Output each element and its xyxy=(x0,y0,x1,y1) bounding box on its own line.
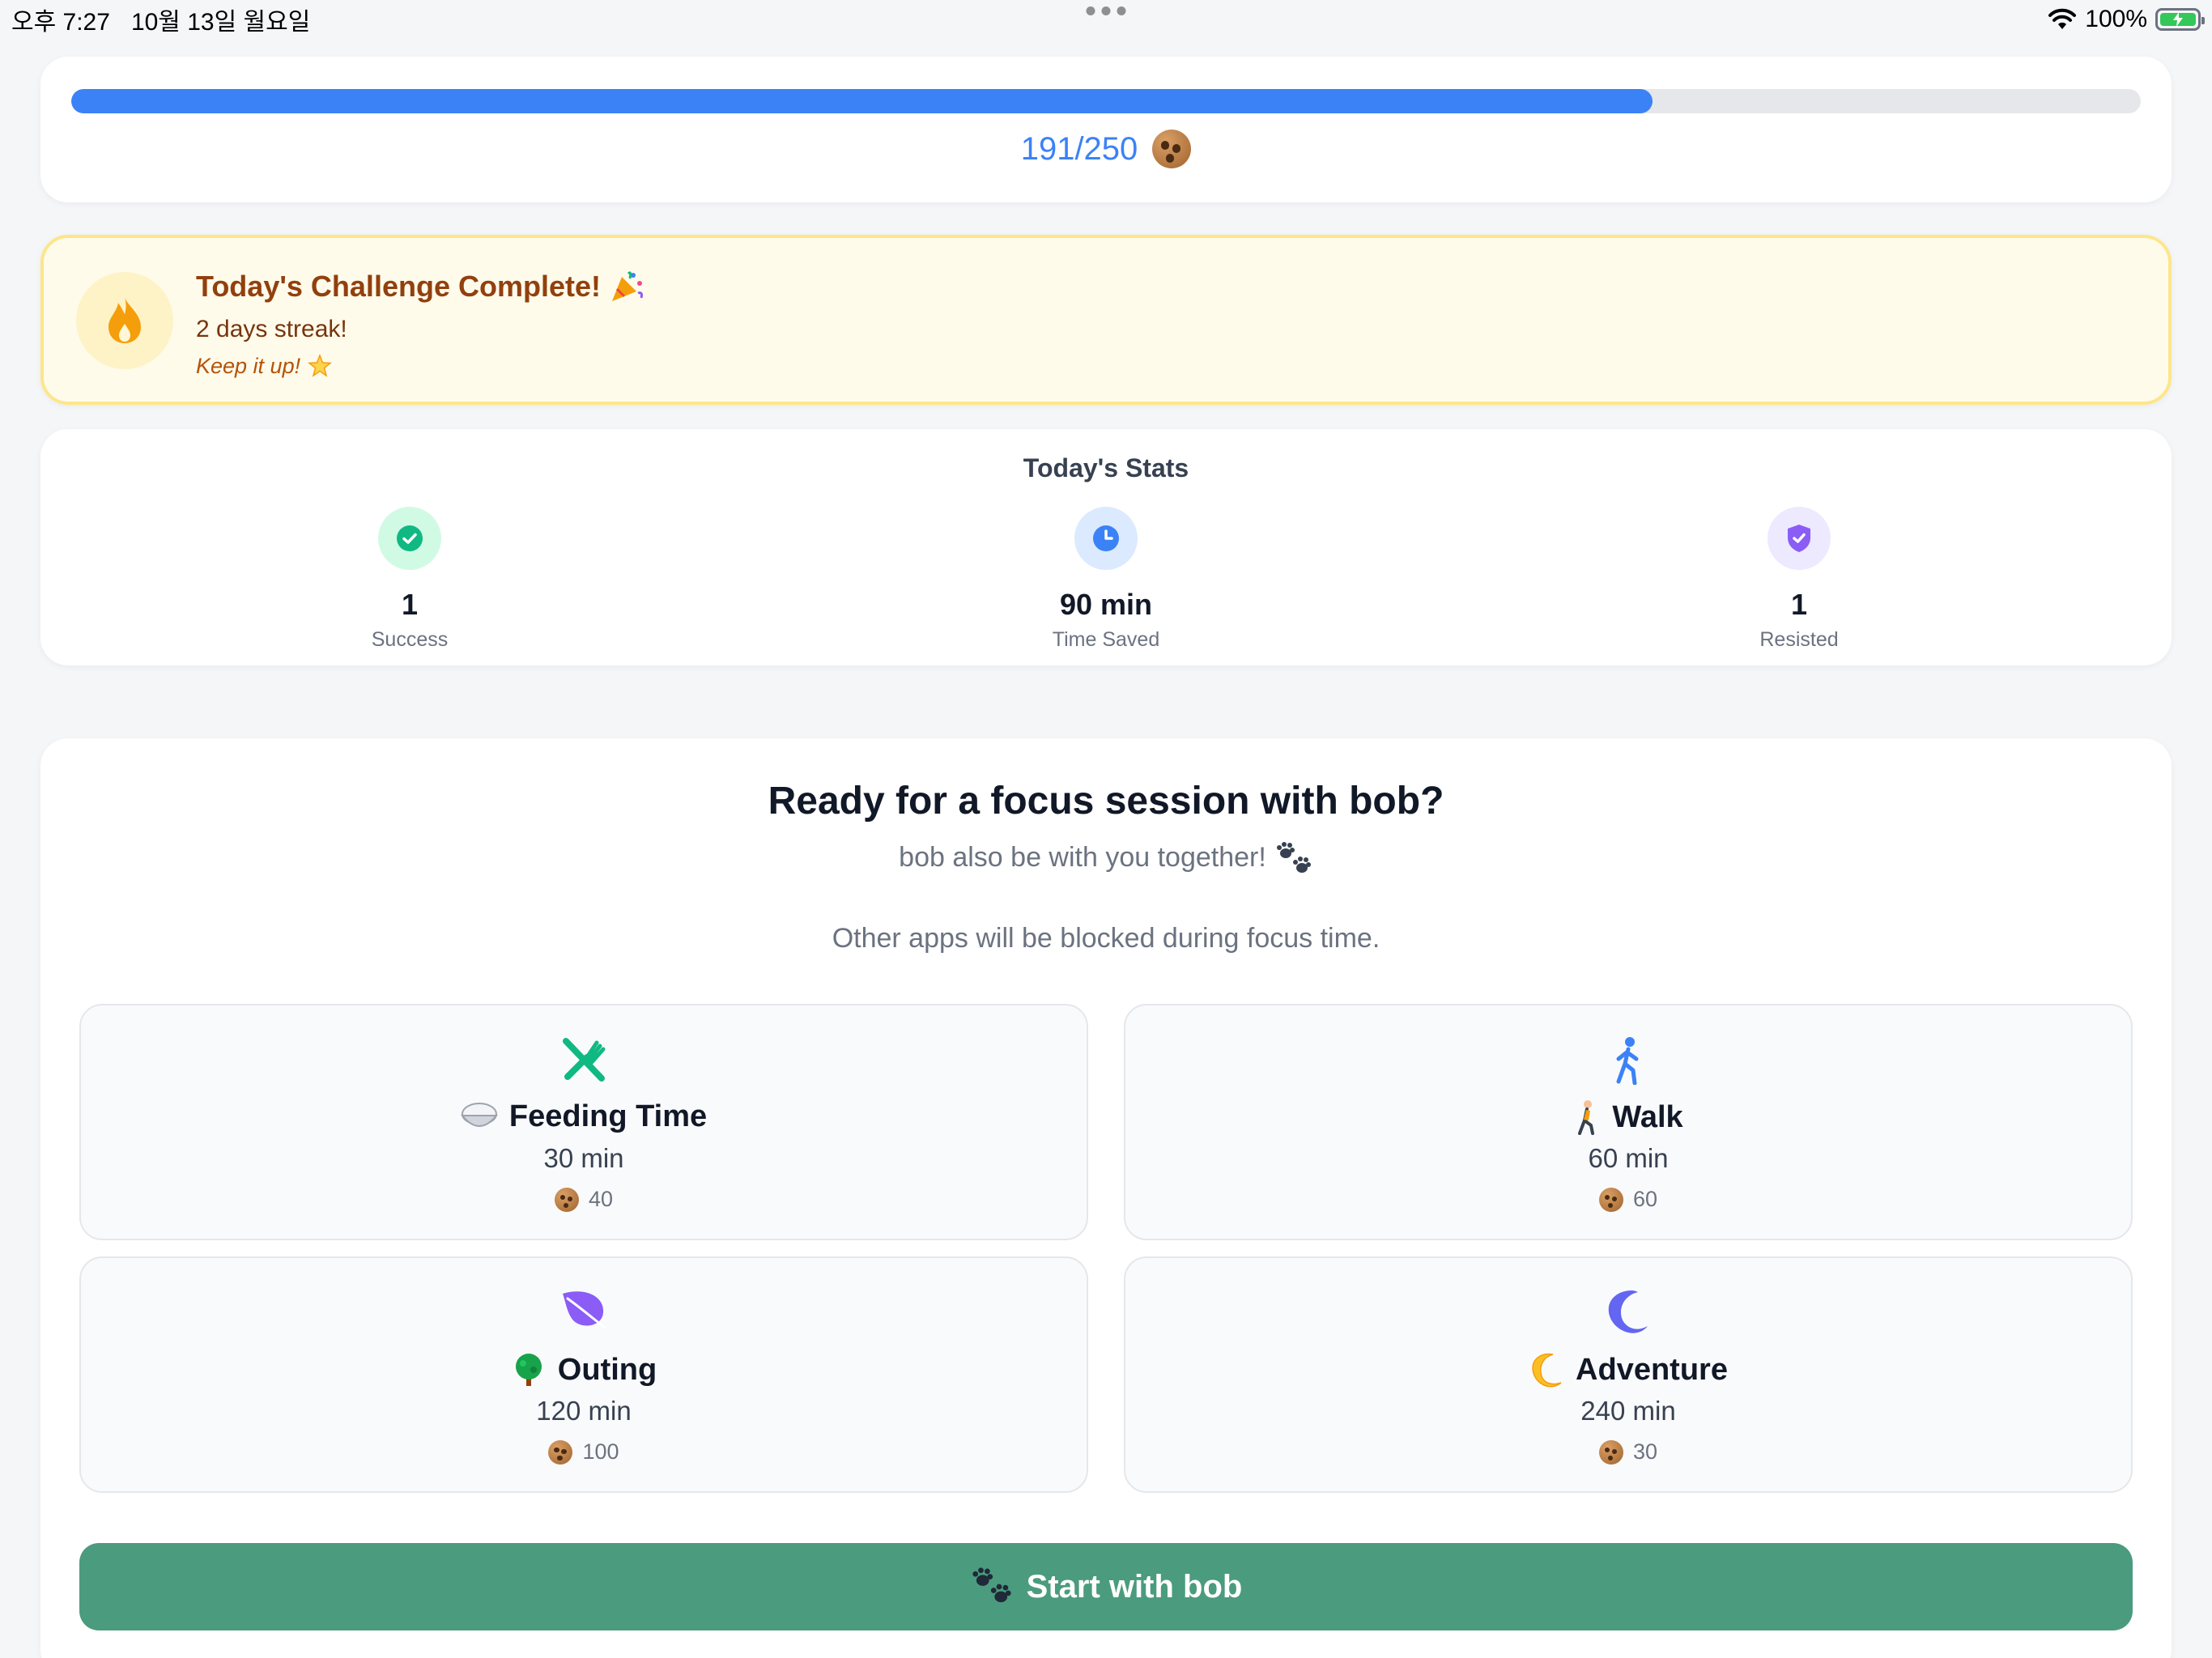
challenge-text: Today's Challenge Complete! 2 days strea… xyxy=(196,269,644,379)
stat-success: 1 Success xyxy=(248,507,572,652)
leaf-icon xyxy=(563,1291,606,1329)
cookie-icon xyxy=(554,1187,579,1212)
option-outing-name: Outing xyxy=(557,1352,657,1387)
check-circle-icon xyxy=(397,525,423,551)
option-walk-reward: 60 xyxy=(1125,1187,2131,1212)
challenge-title: Today's Challenge Complete! xyxy=(196,269,644,304)
start-with-bob-button[interactable]: Start with bob xyxy=(79,1543,2133,1630)
paw-prints-icon xyxy=(972,1567,1011,1603)
progress-count: 191/250 xyxy=(1020,130,1138,167)
session-subtitle-text: bob also be with you together! xyxy=(899,842,1266,873)
status-right: 100% xyxy=(2048,6,2205,33)
flame-icon xyxy=(108,298,141,343)
stat-success-badge xyxy=(378,507,441,570)
glowing-star-icon xyxy=(308,353,333,377)
crescent-moon-icon xyxy=(1532,1353,1562,1388)
challenge-card: Today's Challenge Complete! 2 days strea… xyxy=(40,235,2172,405)
stat-resisted-label: Resisted xyxy=(1759,628,1839,651)
clock-icon xyxy=(1093,525,1119,551)
session-subtitle: bob also be with you together! xyxy=(40,842,2172,876)
moon-icon xyxy=(1608,1290,1648,1333)
tree-icon xyxy=(515,1354,542,1386)
focus-session-card: Ready for a focus session with bob? bob … xyxy=(40,738,2172,1658)
status-time: 오후 7:27 xyxy=(11,9,110,36)
option-adventure-reward: 30 xyxy=(1125,1439,2131,1465)
stat-success-value: 1 xyxy=(401,588,419,621)
option-feeding-time-reward-value: 40 xyxy=(588,1187,614,1211)
option-walk[interactable]: Walk 60 min 60 xyxy=(1124,1004,2133,1240)
walking-person-icon xyxy=(1616,1037,1639,1085)
option-feeding-time-name: Feeding Time xyxy=(508,1099,708,1133)
flame-badge xyxy=(76,272,173,369)
walking-person-emoji xyxy=(1578,1100,1595,1135)
cookie-icon xyxy=(1598,1187,1623,1212)
option-walk-duration: 60 min xyxy=(1588,1143,1669,1173)
stat-time-saved: 90 min Time Saved xyxy=(944,507,1268,652)
shield-check-icon xyxy=(1788,525,1810,552)
option-walk-name: Walk xyxy=(1612,1099,1683,1134)
fork-knife-icon xyxy=(563,1038,606,1082)
cookie-icon xyxy=(1598,1439,1623,1465)
session-note: Other apps will be blocked during focus … xyxy=(832,923,1380,954)
progress-bar-fill xyxy=(71,89,1653,113)
challenge-title-text: Today's Challenge Complete! xyxy=(196,270,601,303)
stat-resisted-badge xyxy=(1767,507,1831,570)
status-left: 오후 7:27 10월 13일 월요일 xyxy=(11,2,310,37)
status-date: 10월 13일 월요일 xyxy=(130,9,311,36)
option-outing-reward: 100 xyxy=(81,1439,1087,1465)
option-feeding-time[interactable]: Feeding Time 30 min 40 xyxy=(79,1004,1088,1240)
cookie-icon xyxy=(548,1439,573,1465)
stats-title: Today's Stats xyxy=(1023,453,1189,483)
focus-page: 오후 7:27 10월 13일 월요일 100% 191/250 Today's… xyxy=(0,0,2212,1658)
option-adventure-duration: 240 min xyxy=(1580,1396,1676,1426)
stat-resisted: 1 Resisted xyxy=(1637,507,1961,652)
rice-bowl-icon xyxy=(460,1102,498,1127)
battery-icon xyxy=(2155,8,2205,31)
multitasking-dots-icon[interactable] xyxy=(1086,6,1126,15)
option-walk-reward-value: 60 xyxy=(1632,1187,1658,1211)
option-feeding-time-reward: 40 xyxy=(81,1187,1087,1212)
option-adventure-name: Adventure xyxy=(1576,1352,1728,1387)
stat-time-saved-label: Time Saved xyxy=(1052,628,1160,651)
start-button-label: Start with bob xyxy=(1026,1568,1243,1605)
wifi-icon xyxy=(2048,8,2077,29)
option-adventure[interactable]: Adventure 240 min 30 xyxy=(1124,1256,2133,1493)
challenge-keep-text: Keep it up! xyxy=(196,353,301,378)
stat-success-label: Success xyxy=(371,628,449,651)
progress-label: 191/250 xyxy=(40,130,2172,168)
paw-prints-icon xyxy=(1276,842,1311,873)
stat-time-saved-badge xyxy=(1074,507,1138,570)
status-bar: 오후 7:27 10월 13일 월요일 100% xyxy=(0,0,2212,39)
challenge-keep: Keep it up! xyxy=(196,353,644,379)
option-feeding-time-duration: 30 min xyxy=(543,1143,624,1173)
challenge-streak: 2 days streak! xyxy=(196,316,347,342)
party-popper-icon xyxy=(611,271,643,301)
stat-resisted-value: 1 xyxy=(1790,588,1808,621)
option-adventure-reward-value: 30 xyxy=(1632,1439,1658,1464)
progress-card: 191/250 xyxy=(40,57,2172,202)
progress-bar xyxy=(71,89,2141,113)
stat-time-saved-value: 90 min xyxy=(1059,588,1153,621)
option-outing-reward-value: 100 xyxy=(582,1439,619,1464)
option-outing-duration: 120 min xyxy=(536,1396,632,1426)
session-title: Ready for a focus session with bob? xyxy=(768,780,1444,823)
option-outing[interactable]: Outing 120 min 100 xyxy=(79,1256,1088,1493)
stats-card: Today's Stats 1 Success 90 min Time Save… xyxy=(40,429,2172,665)
battery-percent: 100% xyxy=(2085,6,2147,32)
cookie-icon xyxy=(1152,130,1192,168)
